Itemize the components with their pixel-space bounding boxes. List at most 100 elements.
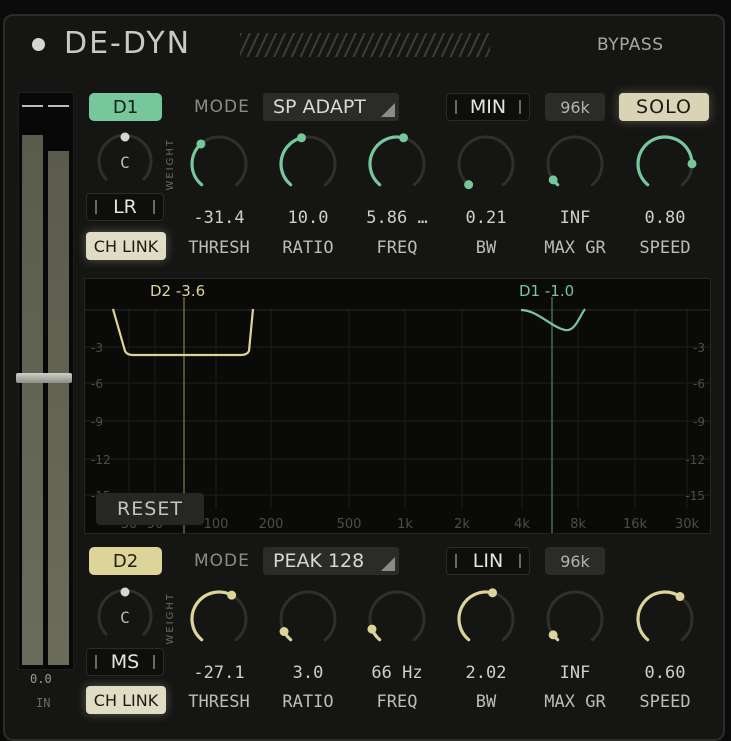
band-2-channel-link-button[interactable]: CH LINK: [86, 686, 166, 714]
power-led-icon[interactable]: [32, 38, 45, 51]
band-1-freq-value: 5.86 …: [366, 208, 428, 228]
band-1-ratio-knob[interactable]: [276, 133, 340, 193]
freq-label: 200: [259, 517, 284, 532]
band-2-max-gr-value: INF: [559, 663, 591, 683]
band-2-bw-label: BW: [475, 692, 497, 712]
db-label-right: -6: [693, 377, 705, 391]
freq-label: 16k: [623, 517, 648, 532]
band-2-channel-mode-value: MS: [110, 651, 140, 673]
freq-label: 30k: [675, 517, 700, 532]
band-1-thresh-value: -31.4: [193, 208, 245, 228]
band-2-speed-value: 0.60: [644, 663, 686, 683]
band-2-speed-knob[interactable]: [633, 588, 697, 648]
band-2-ratio-value: 3.0: [292, 663, 324, 683]
input-meter-value: 0.0: [30, 672, 52, 686]
selector-right-arrow-icon[interactable]: [519, 100, 521, 114]
band-1-ratio-label: RATIO: [282, 238, 334, 258]
band-2-weight-label: WEIGHT: [165, 592, 176, 645]
selector-left-arrow-icon[interactable]: [95, 655, 97, 669]
db-label-left: -6: [91, 377, 103, 391]
band-1-phase-mode-selector[interactable]: MIN: [446, 93, 530, 121]
band-1-mode-select[interactable]: SP ADAPT: [263, 93, 399, 121]
band-2-mode-value: PEAK 128: [273, 550, 365, 572]
band-1-response-curve: [520, 308, 586, 332]
title-hatch-decoration: [240, 33, 490, 57]
band-2-sample-rate-button[interactable]: 96k: [545, 547, 605, 575]
freq-label: 8k: [570, 517, 586, 532]
selector-right-arrow-icon[interactable]: [153, 655, 155, 669]
band-2-freq-value: 66 Hz: [371, 663, 423, 683]
db-label-left: -9: [91, 415, 103, 429]
band-1-thresh-knob[interactable]: [187, 133, 251, 193]
band-1-freq-label: FREQ: [376, 238, 418, 258]
db-label-left: -3: [91, 341, 103, 355]
band-1-weight-knob[interactable]: C: [95, 132, 155, 192]
input-meter-label: IN: [36, 696, 51, 710]
band-2-max-gr-knob[interactable]: [543, 588, 607, 648]
band-2-channel-mode-selector[interactable]: MS: [86, 648, 164, 676]
band-1-sample-rate-button[interactable]: 96k: [545, 93, 605, 121]
band-1-max-gr-knob[interactable]: [543, 133, 607, 193]
db-label-right: -3: [693, 341, 705, 355]
band-2-ratio-knob[interactable]: [276, 588, 340, 648]
dropdown-triangle-icon: [381, 103, 395, 117]
selector-left-arrow-icon[interactable]: [455, 100, 457, 114]
band-2-phase-mode-selector[interactable]: LIN: [446, 547, 530, 575]
band-2-ratio-label: RATIO: [282, 692, 334, 712]
band-2-bw-knob[interactable]: [454, 588, 518, 648]
band-2-bw-value: 2.02: [465, 663, 507, 683]
band-1-freq-knob[interactable]: [365, 133, 429, 193]
selector-left-arrow-icon[interactable]: [95, 200, 97, 214]
band-1-graph-tag: D1 -1.0: [519, 282, 575, 300]
band-1-bw-label: BW: [475, 238, 497, 258]
freq-label: 100: [204, 517, 229, 532]
band-1-speed-label: SPEED: [639, 238, 691, 258]
meter-bar-left: [22, 135, 43, 665]
band-2-mode-select[interactable]: PEAK 128: [263, 547, 399, 575]
band-2-toggle[interactable]: D2: [89, 547, 162, 575]
band-1-channel-link-button[interactable]: CH LINK: [86, 232, 166, 260]
freq-label: 4k: [514, 517, 530, 532]
band-1-weight-label: WEIGHT: [165, 138, 176, 191]
band-1-phase-mode-value: MIN: [469, 96, 507, 118]
band-1-solo-button[interactable]: SOLO: [619, 93, 709, 121]
db-label-right: -9: [693, 415, 705, 429]
band-2-speed-label: SPEED: [639, 692, 691, 712]
band-1-channel-mode-value: LR: [113, 196, 137, 218]
band-1-mode-label: MODE: [194, 97, 250, 117]
db-label-right: -15: [685, 489, 705, 503]
band-2-response-curve: [111, 308, 255, 357]
band-1-bw-knob[interactable]: [454, 133, 518, 193]
band-1-channel-mode-selector[interactable]: LR: [86, 193, 164, 221]
band-2-thresh-knob[interactable]: [187, 588, 251, 648]
input-gain-fader-handle[interactable]: [16, 373, 72, 383]
freq-label: 2k: [454, 517, 470, 532]
selector-right-arrow-icon[interactable]: [152, 200, 155, 214]
db-label-left: -12: [91, 453, 111, 467]
band-2-max-gr-label: MAX GR: [544, 692, 606, 712]
band-2-thresh-value: -27.1: [193, 663, 245, 683]
reset-button[interactable]: RESET: [96, 493, 204, 525]
band-2-freq-knob[interactable]: [365, 588, 429, 648]
band-1-max-gr-label: MAX GR: [544, 238, 606, 258]
meter-peak-left: [22, 105, 43, 107]
freq-label: 1k: [397, 517, 413, 532]
meter-peak-right: [48, 105, 69, 107]
plugin-window: DE-DYN BYPASS 0.0 IN D1 MODE SP ADAPT MI…: [0, 0, 731, 741]
band-2-weight-knob[interactable]: C: [95, 587, 155, 647]
band-1-bw-value: 0.21: [465, 208, 507, 228]
band-1-mode-value: SP ADAPT: [273, 96, 366, 118]
band-2-phase-mode-value: LIN: [472, 550, 504, 572]
selector-right-arrow-icon[interactable]: [519, 554, 521, 568]
band-1-max-gr-value: INF: [559, 208, 591, 228]
bypass-button[interactable]: BYPASS: [597, 35, 664, 55]
selector-left-arrow-icon[interactable]: [455, 554, 457, 568]
band-1-speed-knob[interactable]: [633, 133, 697, 193]
dropdown-triangle-icon: [381, 557, 395, 571]
band-1-ratio-value: 10.0: [287, 208, 329, 228]
band-1-toggle[interactable]: D1: [89, 93, 162, 121]
band-2-freq-label: FREQ: [376, 692, 418, 712]
band-2-graph-tag: D2 -3.6: [150, 282, 206, 300]
band-1-thresh-label: THRESH: [188, 238, 250, 258]
plugin-title: DE-DYN: [64, 26, 192, 61]
